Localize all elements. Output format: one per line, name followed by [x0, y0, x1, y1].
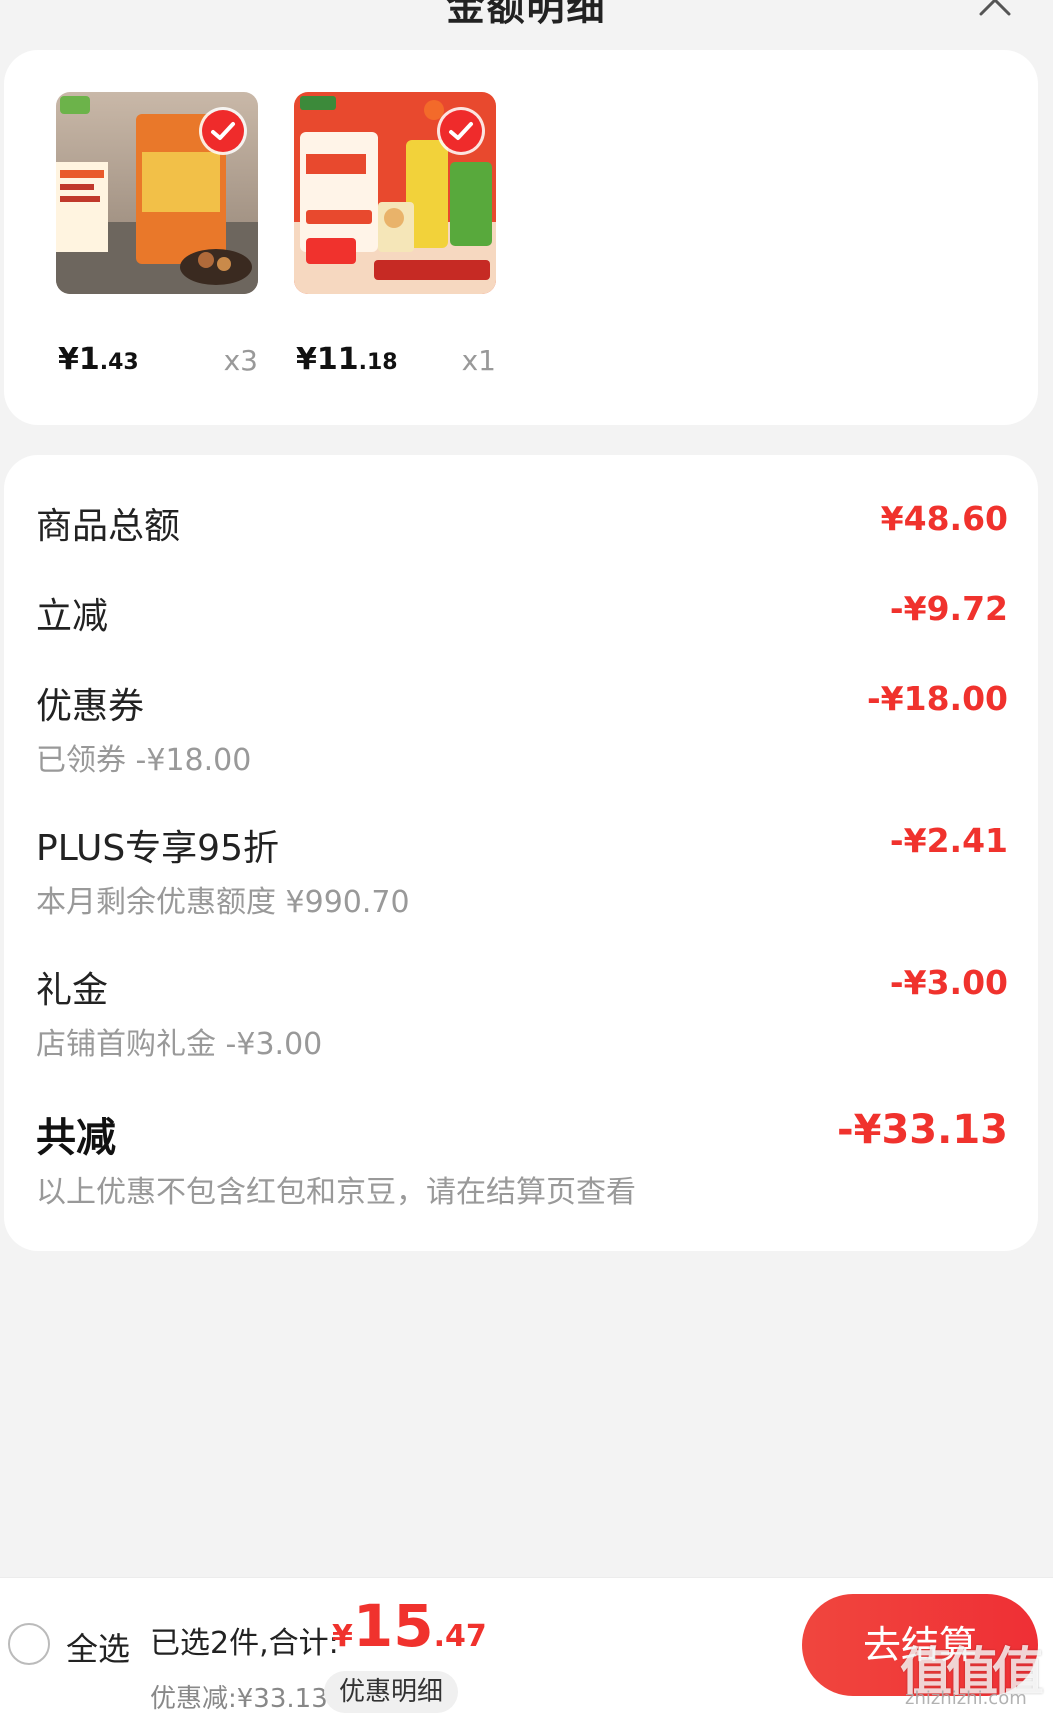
total-price: ¥15.47: [332, 1592, 487, 1660]
instant-discount-label: 立减: [36, 596, 109, 637]
price-currency: ¥: [58, 342, 79, 377]
plus-discount-amount: -¥2.41: [889, 821, 1008, 860]
total-integer: 15: [352, 1592, 434, 1660]
total-discount-amount: -¥33.13: [837, 1107, 1008, 1153]
coupon-label: 优惠券: [36, 686, 145, 727]
discount-note: 以上优惠不包含红包和京豆，请在结算页查看: [36, 1175, 636, 1210]
total-discount-label: 共减: [36, 1115, 116, 1161]
select-all-label[interactable]: 全选: [66, 1624, 130, 1670]
total-decimal: .47: [433, 1619, 487, 1654]
product-quantity: x3: [223, 344, 258, 377]
price-integer: 11: [316, 342, 359, 377]
price-integer: 1: [78, 342, 100, 377]
discount-details-button[interactable]: 优惠明细: [324, 1671, 458, 1713]
product-price: ¥1.43: [58, 342, 139, 377]
coupon-detail: 已领券 -¥18.00: [36, 743, 252, 778]
price-decimal: .18: [358, 350, 398, 375]
close-icon[interactable]: [977, 0, 1013, 18]
price-breakdown-card: 商品总额 ¥48.60 立减 -¥9.72 优惠券 -¥18.00 已领券 -¥…: [4, 455, 1038, 1251]
checkout-bar: 全选 已选2件,合计: ¥15.47 优惠减:¥33.13 优惠明细 去结算: [0, 1577, 1053, 1718]
plus-discount-label: PLUS专享95折: [36, 828, 279, 869]
subtotal-label: 商品总额: [36, 506, 181, 547]
gift-label: 礼金: [36, 970, 109, 1011]
plus-remaining-quota: 本月剩余优惠额度 ¥990.70: [36, 885, 410, 920]
instant-discount-amount: -¥9.72: [889, 589, 1008, 628]
gift-detail: 店铺首购礼金 -¥3.00: [36, 1027, 323, 1062]
product-price: ¥11.18: [296, 342, 398, 377]
subtotal-amount: ¥48.60: [880, 499, 1008, 538]
selected-check-icon[interactable]: [440, 110, 482, 152]
modal-header: 金额明细: [0, 0, 1053, 40]
price-decimal: .43: [99, 350, 139, 375]
price-currency: ¥: [296, 342, 317, 377]
gift-amount: -¥3.00: [889, 963, 1008, 1002]
selected-summary: 已选2件,合计:: [150, 1626, 339, 1661]
total-currency: ¥: [332, 1619, 353, 1654]
product-price-row: ¥11.18 x1: [294, 342, 496, 386]
discount-summary: 优惠减:¥33.13: [150, 1684, 328, 1714]
coupon-amount: -¥18.00: [866, 679, 1008, 718]
modal-title: 金额明细: [446, 0, 607, 29]
selected-check-icon[interactable]: [202, 110, 244, 152]
watermark-url: zhizhizhi.com: [905, 1688, 1027, 1709]
select-all-checkbox[interactable]: [8, 1623, 50, 1665]
products-card: ¥1.43 x3 ¥11.18 x1: [4, 50, 1038, 425]
product-price-row: ¥1.43 x3: [56, 342, 258, 386]
product-quantity: x1: [461, 344, 496, 377]
